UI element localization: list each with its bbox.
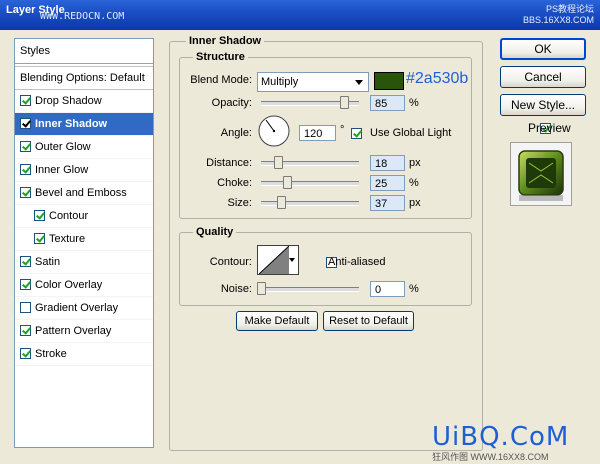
blending-options-item[interactable]: Blending Options: Default — [15, 66, 153, 90]
watermark-right-line-2: BBS.16XX8.COM — [522, 15, 594, 25]
style-item[interactable]: Color Overlay — [15, 274, 153, 297]
style-item-label: Outer Glow — [35, 141, 91, 153]
chevron-down-icon — [355, 80, 363, 85]
distance-field[interactable]: 18 — [370, 155, 405, 171]
style-item[interactable]: Satin — [15, 251, 153, 274]
global-light-label: Use Global Light — [370, 127, 452, 139]
style-item-label: Texture — [49, 233, 86, 245]
distance-label: Distance: — [206, 157, 252, 169]
style-item-checkbox[interactable] — [20, 324, 31, 336]
styles-header[interactable]: Styles — [15, 39, 153, 64]
style-item-label: Contour — [49, 210, 89, 222]
contour-label: Contour: — [209, 256, 252, 268]
ok-button[interactable]: OK — [500, 38, 586, 60]
choke-slider-thumb[interactable] — [283, 176, 292, 189]
styles-list: Styles Blending Options: Default Drop Sh… — [14, 38, 154, 448]
noise-slider-track[interactable] — [261, 287, 359, 292]
style-item-checkbox[interactable] — [20, 347, 31, 359]
footer-watermark-brand: UiBQ.CoM — [432, 422, 570, 452]
blend-mode-label: Blend Mode: — [190, 74, 252, 86]
style-item-checkbox[interactable] — [20, 301, 31, 313]
style-item-checkbox[interactable] — [34, 232, 45, 244]
choke-label: Choke: — [217, 177, 252, 189]
watermark-right: PS教程论坛 BBS.16XX8.COM — [523, 4, 594, 26]
preview-swatch-icon — [518, 150, 564, 201]
style-preview-thumbnail — [510, 142, 572, 206]
style-item-label: Satin — [35, 256, 61, 268]
style-item-label: Bevel and Emboss — [35, 187, 127, 199]
noise-field[interactable]: 0 — [370, 281, 405, 297]
angle-label: Angle: — [220, 127, 252, 139]
noise-label: Noise: — [220, 283, 252, 295]
size-unit: px — [409, 197, 421, 209]
style-item[interactable]: Inner Shadow — [15, 113, 153, 136]
watermark-right-line-1: PS教程论坛 — [545, 4, 594, 14]
style-item-checkbox[interactable] — [20, 278, 31, 290]
reset-to-default-button[interactable]: Reset to Default — [323, 311, 414, 331]
size-label: Size: — [227, 197, 252, 209]
style-item[interactable]: Stroke — [15, 343, 153, 366]
noise-unit: % — [409, 283, 419, 295]
size-slider-thumb[interactable] — [277, 196, 286, 209]
inner-shadow-title: Inner Shadow — [186, 35, 265, 47]
style-item-label: Inner Glow — [35, 164, 89, 176]
size-field[interactable]: 37 — [370, 195, 405, 211]
style-item[interactable]: Outer Glow — [15, 136, 153, 159]
angle-unit: ° — [340, 124, 345, 136]
opacity-label: Opacity: — [211, 97, 252, 109]
make-default-button[interactable]: Make Default — [236, 311, 318, 331]
style-item-label: Inner Shadow — [35, 118, 108, 130]
style-item-checkbox[interactable] — [20, 186, 31, 198]
anti-aliased-label: Anti-aliased — [328, 256, 386, 268]
angle-field[interactable]: 120 — [299, 125, 336, 141]
style-items: Drop Shadow Inner Shadow Outer Glow Inner G… — [15, 90, 153, 366]
style-item-label: Color Overlay — [35, 279, 103, 291]
structure-title: Structure — [193, 51, 248, 63]
style-item-checkbox[interactable] — [20, 163, 31, 175]
noise-slider-thumb[interactable] — [257, 282, 266, 295]
style-item-label: Drop Shadow — [35, 95, 102, 107]
style-item-label: Pattern Overlay — [35, 325, 112, 337]
style-item-label: Stroke — [35, 348, 67, 360]
angle-dial-icon — [258, 115, 290, 147]
watermark-left: WWW.REDOCN.COM — [40, 11, 125, 22]
blend-mode-select[interactable]: Multiply — [257, 72, 369, 92]
new-style-button[interactable]: New Style... — [500, 94, 586, 116]
style-item[interactable]: Bevel and Emboss — [15, 182, 153, 205]
shadow-color-swatch[interactable] — [374, 72, 404, 90]
shadow-color-hex: #2a530b — [406, 70, 469, 87]
style-item[interactable]: Drop Shadow — [15, 90, 153, 113]
style-item-checkbox[interactable] — [20, 117, 31, 129]
cancel-button[interactable]: Cancel — [500, 66, 586, 88]
distance-unit: px — [409, 157, 421, 169]
style-item[interactable]: Contour — [15, 205, 153, 228]
style-item-checkbox[interactable] — [20, 255, 31, 267]
global-light-checkbox[interactable] — [351, 127, 362, 139]
angle-dial[interactable] — [258, 115, 290, 147]
style-item[interactable]: Pattern Overlay — [15, 320, 153, 343]
contour-preview-icon — [259, 246, 289, 274]
distance-slider-thumb[interactable] — [274, 156, 283, 169]
style-item-checkbox[interactable] — [20, 94, 31, 106]
style-item-checkbox[interactable] — [20, 140, 31, 152]
contour-dropdown-icon[interactable] — [289, 258, 295, 262]
choke-slider-track[interactable] — [261, 181, 359, 186]
opacity-unit: % — [409, 97, 419, 109]
preview-label: Preview — [528, 121, 571, 135]
style-item-checkbox[interactable] — [34, 209, 45, 221]
choke-unit: % — [409, 177, 419, 189]
title-bar: Layer Style WWW.REDOCN.COM PS教程论坛 BBS.16… — [0, 0, 600, 30]
quality-title: Quality — [193, 226, 237, 238]
style-item-label: Gradient Overlay — [35, 302, 119, 314]
footer-watermark-sub: 狂风作图 WWW.16XX8.COM — [432, 452, 549, 462]
style-item[interactable]: Texture — [15, 228, 153, 251]
size-slider-track[interactable] — [261, 201, 359, 206]
opacity-field[interactable]: 85 — [370, 95, 405, 111]
style-item[interactable]: Gradient Overlay — [15, 297, 153, 320]
style-item[interactable]: Inner Glow — [15, 159, 153, 182]
blend-mode-value: Multiply — [261, 76, 299, 88]
contour-picker[interactable] — [257, 245, 299, 275]
opacity-slider-thumb[interactable] — [340, 96, 349, 109]
choke-field[interactable]: 25 — [370, 175, 405, 191]
